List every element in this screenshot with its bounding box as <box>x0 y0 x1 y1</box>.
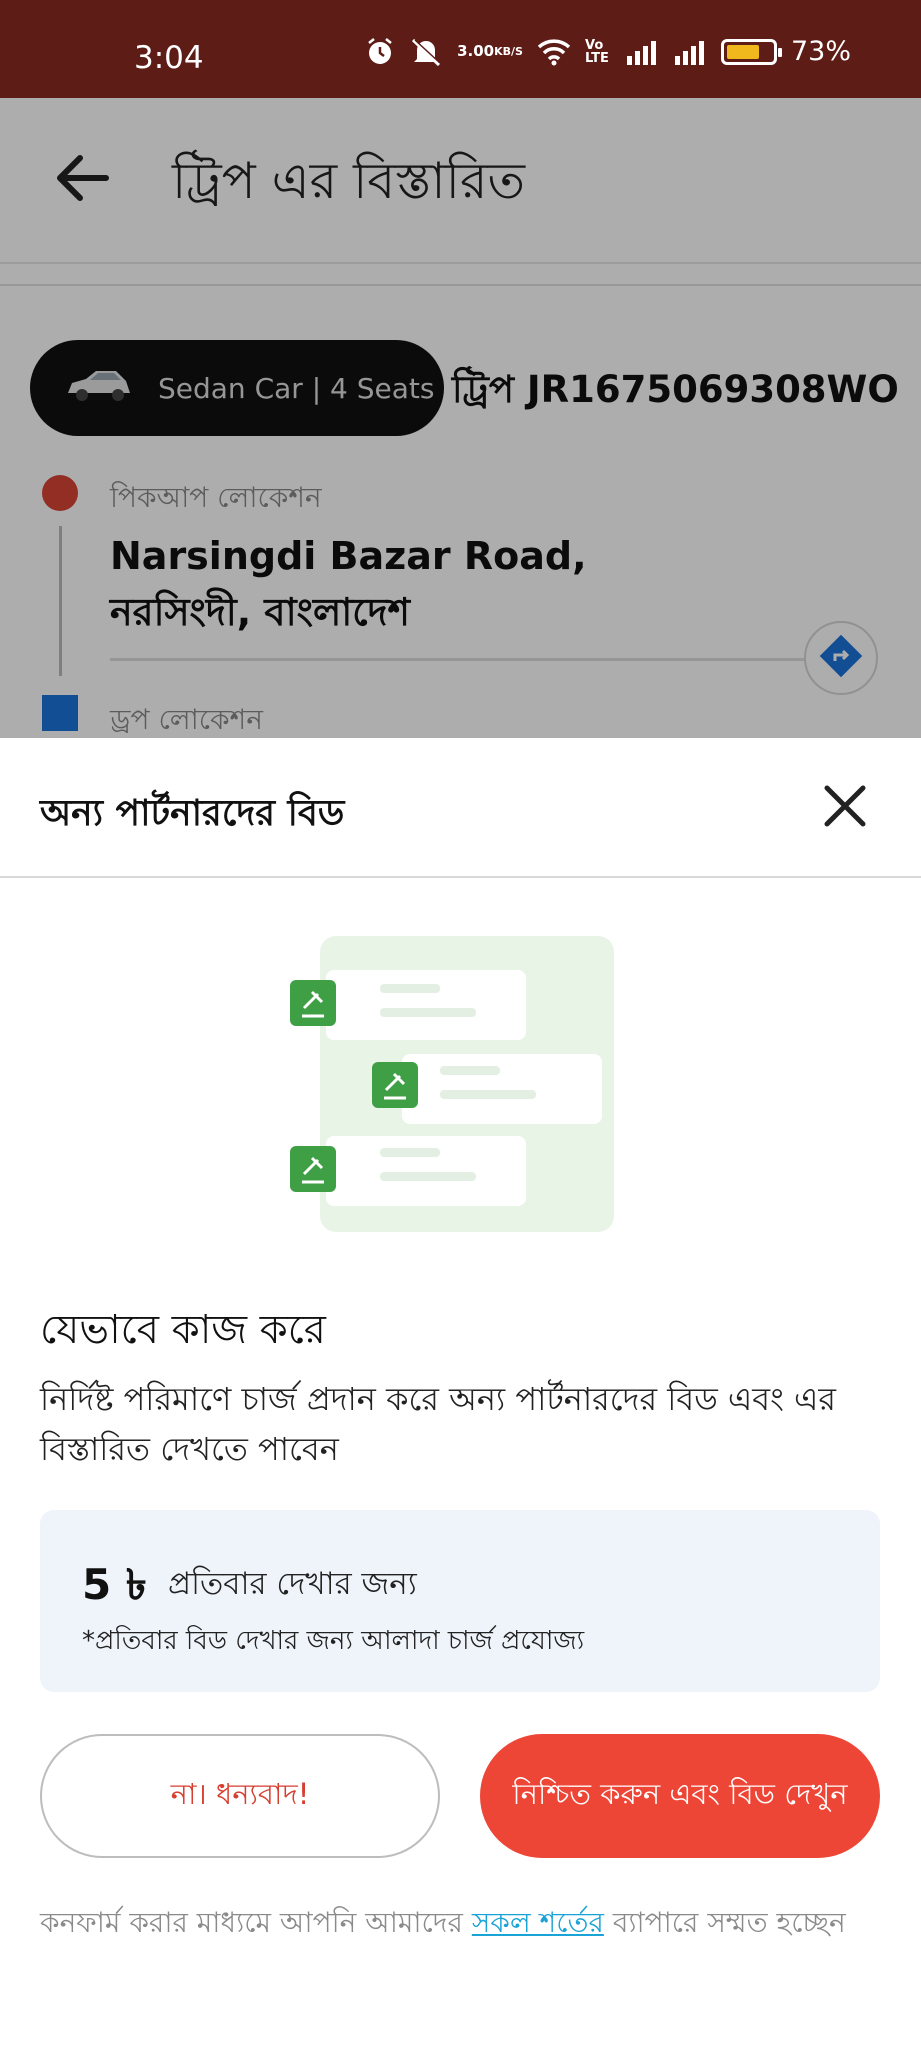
sheet-title: অন্য পার্টনারদের বিড <box>40 793 345 834</box>
net-speed-unit: KB/S <box>494 45 523 58</box>
modal-scrim[interactable] <box>0 98 921 738</box>
battery-fill <box>726 44 760 59</box>
status-icons: 3.00 KB/S Vo LTE 73% <box>365 36 851 67</box>
price-note: *প্রতিবার বিড দেখার জন্য আলাদা চার্জ প্র… <box>82 1626 585 1656</box>
price-per-view: প্রতিবার দেখার জন্য <box>168 1566 417 1602</box>
close-icon[interactable] <box>819 780 871 832</box>
decline-button[interactable]: না। ধন্যবাদ! <box>40 1734 440 1858</box>
battery-percent: 73% <box>790 36 851 67</box>
confirm-view-bids-button[interactable]: নিশ্চিত করুন এবং বিড দেখুন <box>480 1734 880 1858</box>
alarm-icon <box>365 37 395 67</box>
signal-icon <box>673 38 707 66</box>
terms-text: কনফার্ম করার মাধ্যমে আপনি আমাদের সকল শর্… <box>40 1900 880 1946</box>
how-it-works-description: নির্দিষ্ট পরিমাণে চার্জ প্রদান করে অন্য … <box>40 1380 836 1468</box>
mute-icon <box>409 37 443 67</box>
terms-suffix: ব্যাপারে সম্মত হচ্ছেন <box>612 1906 846 1939</box>
status-bar: 3:04 3.00 KB/S Vo LTE 73% <box>0 0 921 98</box>
terms-prefix: কনফার্ম করার মাধ্যমে আপনি আমাদের <box>40 1906 463 1939</box>
net-speed-value: 3.00 <box>457 42 495 60</box>
sheet-header: অন্য পার্টনারদের বিড <box>0 738 921 878</box>
price-amount: 5 ৳ <box>82 1560 147 1609</box>
net-speed: 3.00 KB/S <box>457 44 523 59</box>
wifi-icon <box>537 38 571 66</box>
volte-indicator: Vo LTE <box>584 37 609 66</box>
bids-bottom-sheet: অন্য পার্টনারদের বিড যেভাবে কাজ করে নির্… <box>0 738 921 2048</box>
status-time: 3:04 <box>134 40 204 76</box>
bids-illustration <box>290 936 620 1236</box>
terms-link[interactable]: সকল শর্তের <box>472 1906 604 1939</box>
battery-icon <box>720 38 782 65</box>
price-card: 5 ৳ প্রতিবার দেখার জন্য *প্রতিবার বিড দে… <box>40 1510 880 1692</box>
how-it-works-title: যেভাবে কাজ করে <box>40 1307 326 1353</box>
signal-icon <box>625 38 659 66</box>
